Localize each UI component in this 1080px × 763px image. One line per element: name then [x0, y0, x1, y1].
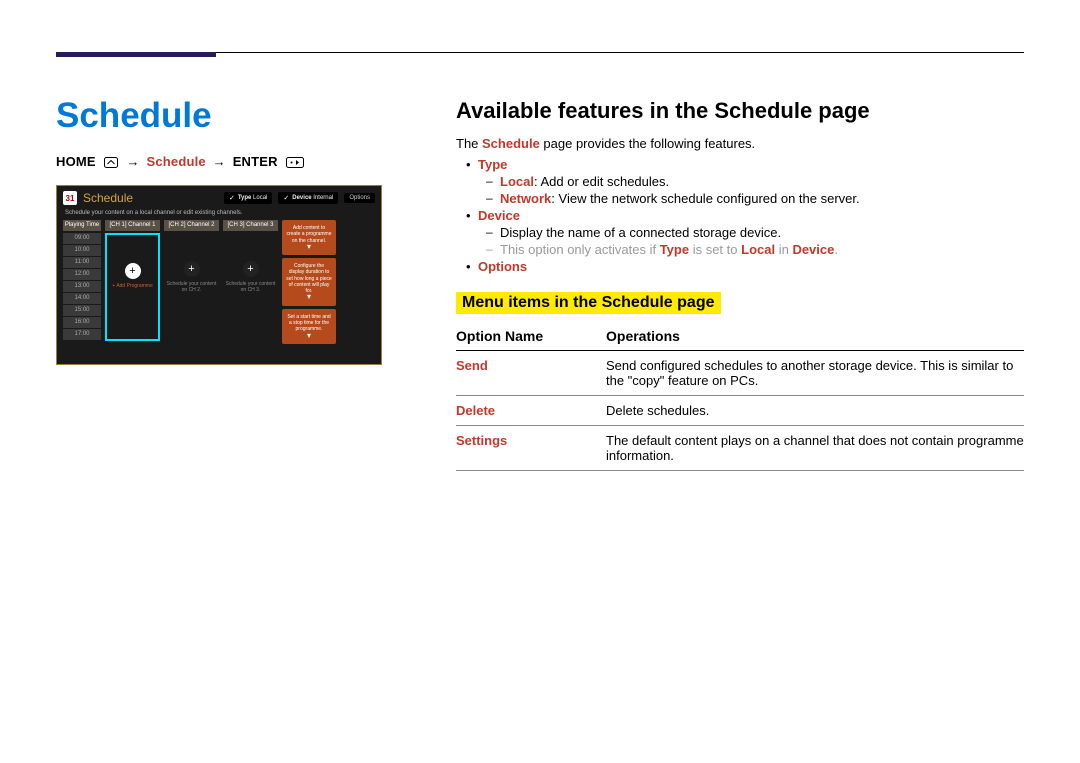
time-slot: 15:00	[63, 305, 101, 316]
time-slot: 13:00	[63, 281, 101, 292]
header-rule	[56, 52, 1024, 64]
channel-column[interactable]: [CH 2] Channel 2 + Schedule your content o…	[164, 220, 219, 342]
option-name: Delete	[456, 396, 606, 426]
device-chip[interactable]: ✓ Device Internal	[278, 192, 338, 204]
time-column: Playing Time 09:0010:0011:0012:0013:0014…	[63, 220, 101, 342]
option-operation: Send configured schedules to another sto…	[606, 351, 1024, 396]
breadcrumb-schedule: Schedule	[146, 154, 205, 169]
options-chip[interactable]: Options	[344, 193, 375, 203]
time-slot: 10:00	[63, 245, 101, 256]
enter-icon	[286, 156, 304, 171]
chip-label: Type	[238, 195, 252, 201]
header-accent	[56, 52, 216, 57]
calendar-icon: 31	[63, 191, 77, 205]
panel-subtitle: Schedule your content on a local channel…	[57, 210, 381, 220]
type-network-desc: : View the network schedule configured o…	[551, 191, 859, 206]
home-icon	[104, 156, 118, 171]
plus-icon[interactable]: +	[243, 261, 259, 277]
chevron-down-icon: ▾	[286, 244, 332, 250]
arrow-icon: →	[126, 154, 139, 169]
channel-header: [CH 3] Channel 3	[223, 220, 278, 231]
channel-column[interactable]: [CH 1] Channel 1 + + Add Programme	[105, 220, 160, 342]
plus-icon[interactable]: +	[125, 263, 141, 279]
feature-type: Type	[478, 157, 507, 172]
check-icon: ✓	[283, 194, 289, 202]
page-title: Schedule	[56, 96, 416, 136]
chevron-down-icon: ▾	[286, 294, 332, 300]
section-heading: Available features in the Schedule page	[456, 98, 1024, 124]
type-local-desc: : Add or edit schedules.	[534, 174, 669, 189]
option-operation: Delete schedules.	[606, 396, 1024, 426]
channel-header: [CH 2] Channel 2	[164, 220, 219, 231]
chip-value: Local	[253, 195, 267, 201]
intro-text: The Schedule page provides the following…	[456, 136, 1024, 151]
option-operation: The default content plays on a channel t…	[606, 426, 1024, 471]
breadcrumb-enter: ENTER	[233, 154, 278, 169]
info-block: Add content to create a programme on the…	[282, 220, 336, 255]
feature-device: Device	[478, 208, 520, 223]
info-block: Configure the display duration to set ho…	[282, 258, 336, 306]
arrow-icon: →	[213, 154, 226, 169]
time-slot: 12:00	[63, 269, 101, 280]
breadcrumb: HOME → Schedule → ENTER	[56, 154, 416, 171]
schedule-preview-panel: 31 Schedule ✓ Type Local ✓ Device Intern…	[56, 185, 382, 365]
time-slot: 17:00	[63, 329, 101, 340]
option-name: Settings	[456, 426, 606, 471]
channel-plus-label: Schedule your content on CH 2.	[167, 281, 217, 293]
menu-heading: Menu items in the Schedule page	[456, 292, 721, 314]
time-header: Playing Time	[63, 220, 101, 231]
table-row: SendSend configured schedules to another…	[456, 351, 1024, 396]
channel-plus-label: Schedule your content on CH 3.	[226, 281, 276, 293]
option-name: Send	[456, 351, 606, 396]
plus-icon[interactable]: +	[184, 261, 200, 277]
device-note: This option only activates if Type is se…	[478, 242, 1024, 257]
time-slot: 11:00	[63, 257, 101, 268]
chip-value: Internal	[313, 195, 333, 201]
time-slot: 14:00	[63, 293, 101, 304]
channel-column[interactable]: [CH 3] Channel 3 + Schedule your content o…	[223, 220, 278, 342]
time-slot: 09:00	[63, 233, 101, 244]
chip-label: Device	[292, 195, 311, 201]
device-line1: Display the name of a connected storage …	[478, 225, 1024, 240]
table-row: DeleteDelete schedules.	[456, 396, 1024, 426]
options-table: Option Name Operations SendSend configur…	[456, 324, 1024, 471]
check-icon: ✓	[229, 194, 235, 202]
col-operations: Operations	[606, 324, 1024, 351]
breadcrumb-home: HOME	[56, 154, 96, 169]
time-slot: 16:00	[63, 317, 101, 328]
feature-options: Options	[478, 259, 527, 274]
type-chip[interactable]: ✓ Type Local	[224, 192, 272, 204]
chevron-down-icon: ▾	[286, 333, 332, 339]
channel-header: [CH 1] Channel 1	[105, 220, 160, 231]
panel-title: Schedule	[83, 191, 133, 205]
info-block: Set a start time and a stop time for the…	[282, 309, 336, 344]
channel-plus-label: + Add Programme	[108, 283, 158, 289]
type-network-label: Network	[500, 191, 551, 206]
table-row: SettingsThe default content plays on a c…	[456, 426, 1024, 471]
type-local-label: Local	[500, 174, 534, 189]
col-option-name: Option Name	[456, 324, 606, 351]
